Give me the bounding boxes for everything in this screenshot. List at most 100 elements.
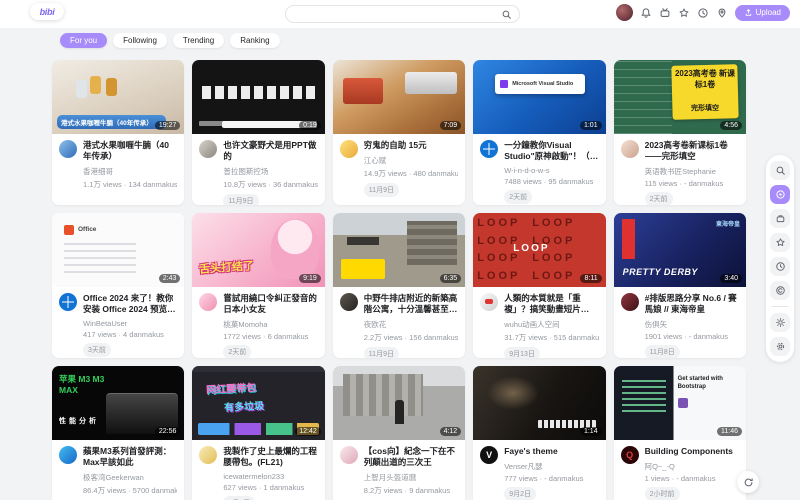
video-info: Office 2024 来了！教你安装 Office 2024 预览版! Win… [52,287,184,357]
video-meta-column: 一分鐘教你Visual Studio"原神啟動"！（適用於Blend） W-i-… [504,140,598,204]
thumbnail-overlay-text: 東海帝皇 [716,219,740,228]
video-thumbnail[interactable]: Office 2:43 [52,213,184,287]
search-input[interactable] [286,10,501,19]
rail-search-button[interactable] [770,161,790,180]
video-card[interactable]: Microsoft Visual Studio 1:01 一分鐘教你Visual… [473,60,605,205]
rail-theme-button[interactable] [770,313,790,332]
uploader-avatar[interactable] [340,140,358,158]
duration-badge: 12:42 [295,427,321,436]
bell-icon[interactable] [640,7,652,19]
upload-button[interactable]: Upload [735,5,790,21]
uploader-avatar[interactable] [480,140,498,158]
video-card[interactable]: 网红腰带包 有多垃圾 12:42 我製作了史上最爛的工程腰帶包。(FL21) i… [192,366,324,500]
video-card[interactable]: 6:35 中野牛排店附近的新築高階公寓，十分溫馨甚至九分乾淨 夜欧花 2.2万 … [333,213,465,358]
rail-settings-button[interactable] [770,337,790,356]
thumbnail-overlay-text-2: 完形填空 [674,103,736,113]
uploader-avatar[interactable] [621,446,639,464]
uploader-avatar[interactable] [621,293,639,311]
date-badge: 11月9日 [364,347,399,358]
video-card[interactable]: 舌头打结了 9:19 嘗試用繞口令糾正發音的日本小女友 桃菓Momoha 177… [192,213,324,358]
site-logo[interactable]: bibi [30,3,64,20]
uploader-avatar[interactable] [340,293,358,311]
location-pin-icon[interactable] [716,7,728,19]
tab-for-you[interactable]: For you [60,33,107,48]
uploader-avatar[interactable] [199,446,217,464]
video-info: 蘋果M3系列首發評測：Max早該如此 极客湾Geekerwan 86.4万 vi… [52,440,184,500]
video-thumbnail[interactable]: 苹果 M3 M3 MAX 性能分析 22:56 [52,366,184,440]
video-info: 嘗試用繞口令糾正發音的日本小女友 桃菓Momoha 1772 views · 6… [192,287,324,358]
video-thumbnail[interactable]: 港式水果咖喱牛腩（40年传承） 19:27 [52,60,184,134]
video-thumbnail[interactable]: 4:12 [333,366,465,440]
uploader-avatar[interactable] [340,446,358,464]
history-icon[interactable] [697,7,709,19]
video-card[interactable]: 4:12 【cos向】紀念一下在不列顛出道的三次王 上智月头盔道麿 8.2万 v… [333,366,465,500]
upload-icon [744,8,753,17]
rail-history-button[interactable] [770,257,790,276]
video-card[interactable]: 苹果 M3 M3 MAX 性能分析 22:56 蘋果M3系列首發評測：Max早該… [52,366,184,500]
video-stats: 2.2万 views · 156 danmakus [364,332,458,343]
user-avatar[interactable] [616,4,633,21]
video-meta-column: 2023高考卷新课标1卷——完形填空 英语教书匠Stephanie 115 vi… [645,140,739,205]
video-thumbnail[interactable]: 网红腰带包 有多垃圾 12:42 [192,366,324,440]
video-thumbnail[interactable]: 1:14 [473,366,605,440]
video-thumbnail[interactable]: 7:09 [333,60,465,134]
video-title: 蘋果M3系列首發評測：Max早該如此 [83,446,177,468]
video-thumbnail[interactable]: 舌头打结了 9:19 [192,213,324,287]
uploader-avatar[interactable] [199,293,217,311]
video-title: 也许文豪野犬是用PPT做的 [223,140,317,162]
video-thumbnail[interactable]: Get started with Bootstrap 11:46 [614,366,746,440]
duration-badge: 1:01 [580,121,602,130]
refresh-icon [743,477,754,488]
video-card[interactable]: 1:14 Faye's theme Venser凡瑟 777 views · -… [473,366,605,500]
uploader-avatar[interactable] [59,293,77,311]
video-card[interactable]: 2023高考卷 新课标1卷 完形填空 4:56 2023高考卷新课标1卷——完形… [614,60,746,205]
duration-badge: 8:11 [580,274,601,283]
video-card[interactable]: 港式水果咖喱牛腩（40年传承） 19:27 港式水果咖喱牛腩（40年传承） 香港… [52,60,184,205]
video-card[interactable]: 0:19 也许文豪野犬是用PPT做的 普拉图斯控场 10.8万 views · … [192,60,324,205]
video-meta-column: Office 2024 来了！教你安装 Office 2024 预览版! Win… [83,293,177,357]
rail-favorites-button[interactable] [770,233,790,252]
tab-trending[interactable]: Trending [173,33,224,48]
video-thumbnail[interactable]: 2023高考卷 新课标1卷 完形填空 4:56 [614,60,746,134]
uploader-avatar[interactable] [199,140,217,158]
video-thumbnail[interactable]: 0:19 [192,60,324,134]
rail-bag-button[interactable] [770,209,790,228]
bag-icon [775,213,786,224]
rail-client-button[interactable] [770,185,790,204]
thumbnail-overlay-text: 网红腰带包 [206,379,257,397]
uploader-avatar[interactable] [621,140,639,158]
video-meta-column: 蘋果M3系列首發評測：Max早該如此 极客湾Geekerwan 86.4万 vi… [83,446,177,500]
video-info: 人類的本質就是「重複」？搞笑動畫短片《LOOP》 wuhu动画人空间 31.7万… [473,287,605,358]
search-icon[interactable] [501,9,512,20]
search-icon [775,165,786,176]
video-info: 【cos向】紀念一下在不列顛出道的三次王 上智月头盔道麿 8.2万 views … [333,440,465,500]
tab-following[interactable]: Following [113,33,167,48]
video-thumbnail[interactable]: Microsoft Visual Studio 1:01 [473,60,605,134]
video-card[interactable]: Office 2:43 Office 2024 来了！教你安装 Office 2… [52,213,184,358]
uploader-avatar[interactable] [59,446,77,464]
video-card[interactable]: LOOP 8:11 人類的本質就是「重複」？搞笑動畫短片《LOOP》 wuhu动… [473,213,605,358]
video-info: 穷鬼的自助 15元 江心赋 14.9万 views · 480 danmakus… [333,134,465,197]
uploader-name: 伤俱矢 [645,319,739,330]
video-stats: 777 views · - danmakus [504,474,598,483]
tab-ranking[interactable]: Ranking [230,33,279,48]
uploader-avatar[interactable] [480,446,498,464]
video-info: Building Components 阿Q~_-Q 1 views · - d… [614,440,746,500]
uploader-avatar[interactable] [59,140,77,158]
video-thumbnail[interactable]: LOOP 8:11 [473,213,605,287]
star-icon [775,237,786,248]
video-card[interactable]: 7:09 穷鬼的自助 15元 江心赋 14.9万 views · 480 dan… [333,60,465,205]
rail-copyright-button[interactable] [770,281,790,300]
video-meta-column: 港式水果咖喱牛腩（40年传承） 香港细哥 1.1万 views · 134 da… [83,140,177,190]
date-badge: 11月9日 [364,183,399,197]
uploader-avatar[interactable] [480,293,498,311]
video-card[interactable]: 東海帝皇 PRETTY DERBY 3:40 #排版思路分享 No.6 / 賽馬… [614,213,746,358]
video-thumbnail[interactable]: 6:35 [333,213,465,287]
tv-icon[interactable] [659,7,671,19]
refresh-button[interactable] [737,471,759,493]
video-card[interactable]: Get started with Bootstrap 11:46 Buildin… [614,366,746,500]
video-thumbnail[interactable]: 東海帝皇 PRETTY DERBY 3:40 [614,213,746,287]
video-stats: 115 views · - danmakus [645,179,739,188]
star-icon[interactable] [678,7,690,19]
side-rail [766,155,794,362]
